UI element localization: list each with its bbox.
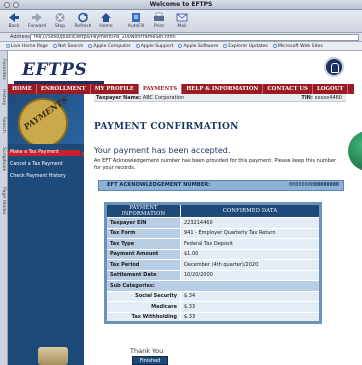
favorite-link[interactable]: Apple Computer: [88, 44, 131, 49]
back-button[interactable]: Back: [3, 12, 25, 32]
menu-check-history[interactable]: Check Payment History: [10, 174, 70, 180]
refresh-button[interactable]: Refresh: [72, 12, 94, 32]
table-row: Payment Amount $1.00: [105, 248, 321, 260]
active-caret-icon: [80, 151, 84, 157]
sidetab-favorites[interactable]: Favorites: [1, 59, 6, 80]
nav-home[interactable]: HOME: [8, 84, 37, 94]
favorite-link[interactable]: Microsoft Web Sites: [272, 44, 323, 49]
favorite-link[interactable]: Apple Software: [178, 44, 218, 49]
thank-you-text: Thank You: [130, 347, 164, 355]
table-row: Medicare $.33: [105, 301, 321, 313]
taxpayer-name-label: Taxpayer Name:: [96, 95, 142, 101]
globe-icon: [6, 44, 10, 48]
ack-number: 0000000000000000: [289, 182, 339, 188]
globe-icon: [223, 44, 228, 48]
header-confirmed-data: CONFIRMED DATA: [180, 203, 321, 218]
window-title: Welcome to EFTPS: [149, 1, 213, 8]
decorative-photo: [38, 347, 68, 365]
nav-contact-us[interactable]: CONTACT US: [263, 84, 313, 94]
url-field[interactable]: file:///Sites/public/eftps/Payment/Pb_20…: [30, 34, 359, 41]
sidetab-page-holder[interactable]: Page Holder: [1, 187, 6, 215]
header-payment-info: PAYMENT INFORMATION: [105, 203, 181, 218]
address-label: Address: [10, 34, 30, 40]
favorite-link[interactable]: Explorer Updates: [223, 44, 268, 49]
favorite-link[interactable]: Apple Support: [135, 44, 173, 49]
table-row: Tax Period December (4th quarter)/2020: [105, 259, 321, 271]
table-row: Social Security $.34: [105, 290, 321, 302]
table-header-row: PAYMENT INFORMATION CONFIRMED DATA: [105, 203, 321, 218]
table-row: Taxpayer EIN 223214460: [105, 217, 321, 229]
table-row: Tax Form 941 - Employer Quarterly Tax Ret…: [105, 227, 321, 239]
favorite-link[interactable]: Live Home Page: [6, 44, 48, 49]
nav-payments[interactable]: PAYMENTS: [138, 84, 183, 94]
back-arrow-icon: [9, 13, 19, 22]
tin-display: TIN: xxxxx4460: [301, 95, 342, 101]
mail-button[interactable]: Mail: [171, 12, 193, 32]
mail-icon: [176, 13, 188, 22]
printer-icon: [154, 12, 164, 21]
address-bar: Address file:///Sites/public/eftps/Payme…: [0, 33, 362, 42]
table-row: Tax Type Federal Tax Deposit: [105, 238, 321, 250]
home-button[interactable]: Home: [95, 12, 117, 32]
sidetab-scrapbook[interactable]: Scrapbook: [1, 147, 6, 171]
main-nav: HOME ENROLLMENT MY PROFILE PAYMENTS HELP…: [8, 84, 354, 94]
print-button[interactable]: Print: [148, 12, 170, 32]
ack-number-bar: EFT ACKNOWLEDGEMENT NUMBER: 000000000000…: [98, 180, 344, 191]
favorites-bar: Live Home Page Net Search Apple Computer…: [0, 42, 362, 51]
table-row: Settlement Date 10/20/2000: [105, 269, 321, 281]
payments-banner: PAYMENTS: [8, 94, 84, 144]
sub-categories-row: Sub Categories:: [105, 280, 321, 292]
home-icon: [101, 13, 111, 22]
explorer-bar-tabs: Favorites History Search Scrapbook Page …: [0, 51, 8, 365]
stop-icon: [55, 13, 65, 22]
forward-arrow-icon: [32, 13, 42, 22]
nav-help-information[interactable]: HELP & INFORMATION: [182, 84, 264, 94]
autofill-button[interactable]: AutoFill: [125, 12, 147, 32]
page-content: EFTPS HOME ENROLLMENT MY PROFILE PAYMENT…: [8, 51, 362, 365]
refresh-icon: [78, 12, 88, 23]
nav-enrollment[interactable]: ENROLLMENT: [37, 84, 91, 94]
ack-label: EFT ACKNOWLEDGEMENT NUMBER:: [107, 182, 211, 188]
globe-icon: [178, 44, 183, 48]
ack-note: An EFT Acknowledgement number has been p…: [94, 158, 337, 171]
globe-icon: [135, 44, 140, 48]
payment-table: PAYMENT INFORMATION CONFIRMED DATA Taxpa…: [104, 202, 322, 324]
forward-button[interactable]: Forward: [26, 12, 48, 32]
eftps-logo[interactable]: EFTPS: [22, 60, 87, 80]
globe-icon: [53, 44, 57, 48]
taxpayer-bar: Taxpayer Name: ABC Corporation TIN: xxxx…: [94, 94, 346, 102]
treasury-seal-icon: [324, 57, 344, 77]
favorite-link[interactable]: Net Search: [53, 44, 83, 49]
browser-toolbar: Back Forward Stop Refresh Home AutoFill …: [0, 10, 362, 33]
accepted-message: Your payment has been accepted.: [94, 146, 231, 155]
nav-my-profile[interactable]: MY PROFILE: [91, 84, 139, 94]
window-titlebar: Welcome to EFTPS: [0, 0, 362, 10]
taxpayer-name: ABC Corporation: [142, 95, 185, 101]
stop-button[interactable]: Stop: [49, 12, 71, 32]
sidetab-history[interactable]: History: [1, 89, 6, 105]
autofill-icon: [132, 13, 140, 22]
menu-make-payment[interactable]: Make a Tax Payment: [8, 150, 84, 157]
table-row: Tax Withholding $.33: [105, 311, 321, 323]
globe-icon: [88, 44, 93, 48]
menu-cancel-payment[interactable]: Cancel a Tax Payment: [10, 162, 70, 168]
finished-button[interactable]: Finished: [132, 356, 168, 365]
side-globe-graphic: [348, 131, 362, 171]
page-title: PAYMENT CONFIRMATION: [94, 122, 239, 132]
nav-logout[interactable]: LOGOUT: [313, 84, 349, 94]
globe-icon: [272, 44, 277, 48]
sidetab-search[interactable]: Search: [1, 117, 6, 133]
left-sidebar: PAYMENTS Make a Tax Payment Cancel a Tax…: [8, 94, 84, 365]
